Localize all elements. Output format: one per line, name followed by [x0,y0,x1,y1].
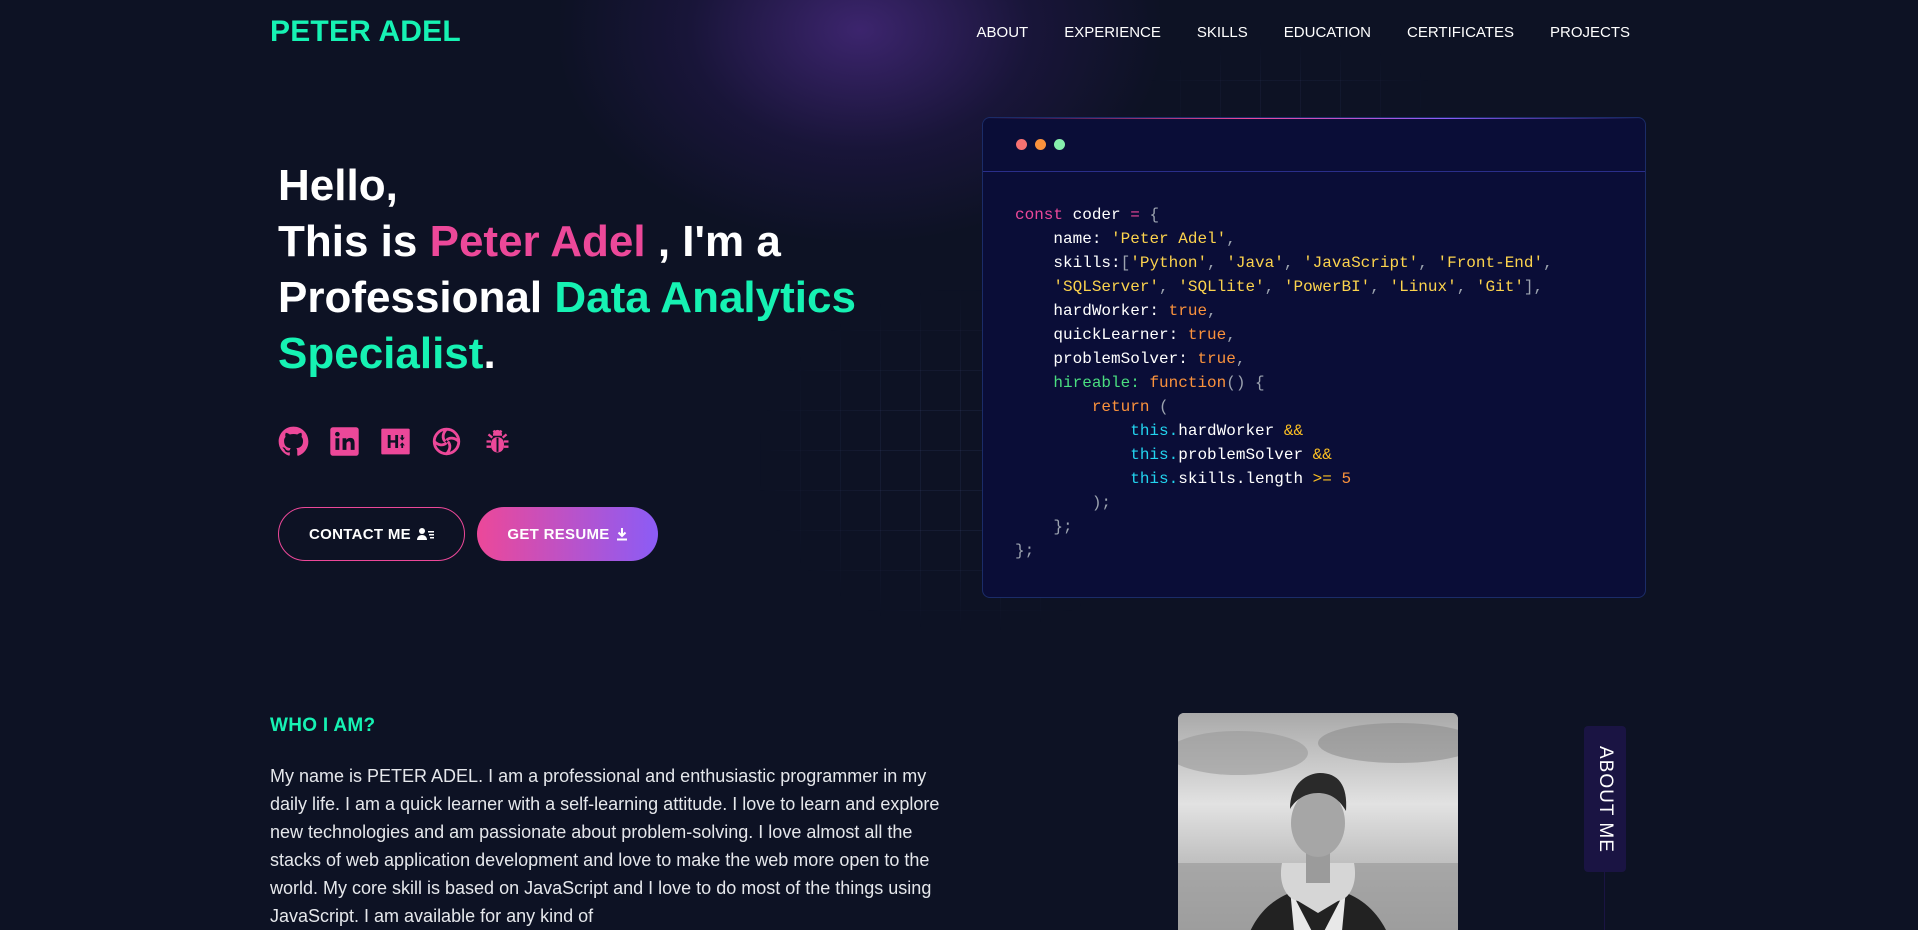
code-skill: 'SQLServer' [1053,278,1160,296]
code-this-keyword: this. [1130,446,1179,464]
nav-link-skills[interactable]: SKILLS [1179,24,1266,41]
code-skill: 'JavaScript' [1303,254,1419,272]
code-gte-operator: >= [1312,470,1332,488]
linkedin-link[interactable] [329,426,360,457]
profile-photo-illustration [1178,713,1458,930]
nav-link-projects[interactable]: PROJECTS [1532,24,1630,41]
code-hireable-key: hireable: [1053,374,1140,392]
openai-icon [432,427,461,456]
code-name-value: 'Peter Adel' [1111,230,1227,248]
about-me-tag-label: ABOUT ME [1595,745,1616,853]
code-problemsolver-key: problemSolver: [1053,350,1188,368]
hero-buttons: CONTACT ME GET RESUME [278,507,658,561]
get-resume-label: GET RESUME [507,525,610,543]
code-skill: 'Java' [1226,254,1284,272]
code-skill: 'Python' [1130,254,1208,272]
code-skill: 'SQLlite' [1178,278,1265,296]
hero-role-prefix: Professional [278,273,543,322]
code-snippet: const coder = { name: 'Peter Adel', skil… [1015,206,1553,560]
bug-link[interactable] [482,426,513,457]
hero-name: Peter Adel [429,217,646,266]
github-link[interactable] [278,426,309,457]
navbar: PETER ADEL ABOUT EXPERIENCE SKILLS EDUCA… [270,0,1630,64]
hero-intro-prefix: This is [278,217,418,266]
window-dot-orange [1035,139,1046,150]
code-skill: 'Linux' [1389,278,1457,296]
hero-intro-suffix: , I'm a [657,217,781,266]
code-name-key: name: [1053,230,1102,248]
contact-me-button[interactable]: CONTACT ME [278,507,465,561]
code-prop: hardWorker [1178,422,1275,440]
portfolio-page: PETER ADEL ABOUT EXPERIENCE SKILLS EDUCA… [0,0,1918,930]
code-this-keyword: this. [1130,470,1179,488]
code-var-name: coder [1072,206,1121,224]
code-skill: 'Git' [1475,278,1524,296]
code-number: 5 [1341,470,1352,488]
code-return-keyword: return [1091,398,1150,416]
bug-icon [486,429,509,453]
site-logo[interactable]: PETER ADEL [270,15,461,49]
window-dot-red [1016,139,1027,150]
code-skill: 'Front-End' [1437,254,1544,272]
about-heading: WHO I AM? [270,715,376,736]
code-true-value: true [1197,350,1236,368]
get-resume-button[interactable]: GET RESUME [477,507,658,561]
code-prop: skills.length [1178,470,1304,488]
hero-period: . [483,329,496,378]
code-true-value: true [1168,302,1208,320]
code-skill: 'PowerBI' [1283,278,1371,296]
github-icon [278,426,309,456]
profile-photo [1178,713,1458,930]
contact-me-label: CONTACT ME [309,525,411,543]
nav-link-education[interactable]: EDUCATION [1266,24,1389,41]
hackerrank-icon [381,428,410,455]
nav-link-about[interactable]: ABOUT [959,24,1047,41]
code-prop: problemSolver [1178,446,1304,464]
linkedin-icon [330,427,359,456]
code-const-keyword: const [1015,206,1064,224]
nav-link-certificates[interactable]: CERTIFICATES [1389,24,1532,41]
code-and-operator: && [1312,446,1332,464]
user-contact-icon [416,528,434,540]
hero-heading: Hello, This is Peter Adel , I'm a Profes… [278,158,918,382]
about-text: My name is PETER ADEL. I am a profession… [270,766,940,926]
openai-link[interactable] [431,426,462,457]
nav-link-experience[interactable]: EXPERIENCE [1046,24,1179,41]
code-and-operator: && [1283,422,1304,440]
code-true-value: true [1187,326,1227,344]
about-me-tag: ABOUT ME [1584,726,1626,872]
social-links [278,426,513,457]
about-tag-line [1604,872,1605,930]
code-window-header [983,118,1645,172]
download-icon [616,528,627,541]
window-dot-green [1054,139,1065,150]
nav-links: ABOUT EXPERIENCE SKILLS EDUCATION CERTIF… [959,24,1630,41]
hero-greeting: Hello, [278,161,398,210]
code-this-keyword: this. [1130,422,1179,440]
code-quicklearner-key: quickLearner: [1053,326,1179,344]
code-skills-key: skills: [1053,254,1121,272]
code-function-keyword: function [1149,374,1227,392]
hackerrank-link[interactable] [380,426,411,457]
code-window: const coder = { name: 'Peter Adel', skil… [982,117,1646,598]
code-hardworker-key: hardWorker: [1053,302,1160,320]
